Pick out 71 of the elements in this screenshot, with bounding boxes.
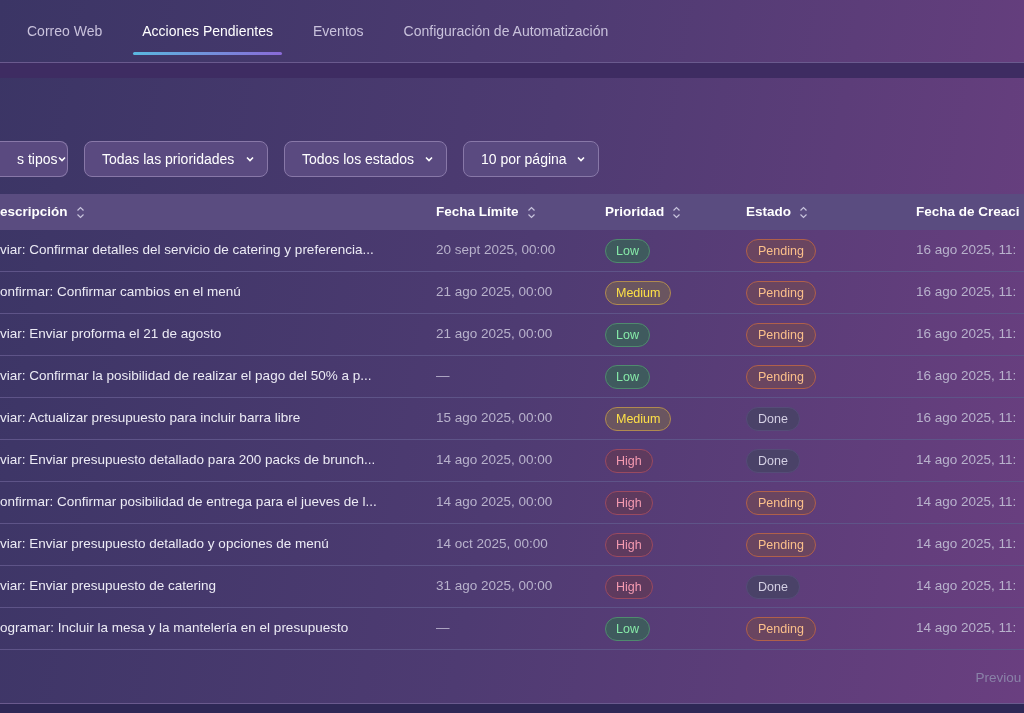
priority-badge: Low — [605, 238, 650, 264]
column-header[interactable]: Estado — [746, 201, 916, 223]
status-badge: Pending — [746, 238, 816, 264]
due-date-cell-text: 31 ago 2025, 00:00 — [436, 577, 554, 596]
tab[interactable]: Correo Web — [27, 0, 103, 62]
due-date-cell-text: 21 ago 2025, 00:00 — [436, 283, 554, 302]
created-date-cell-text: 14 ago 2025, 11: — [916, 619, 1018, 638]
sort-icon[interactable] — [799, 205, 808, 219]
tab[interactable]: Configuración de Automatización — [403, 0, 609, 62]
due-date-cell-text: 21 ago 2025, 00:00 — [436, 325, 554, 344]
priority-badge: High — [605, 490, 653, 516]
description-cell-text: onfirmar: Confirmar posibilidad de entrega para el jueves de l... — [0, 493, 378, 512]
due-date-cell-text: 14 oct 2025, 00:00 — [436, 535, 549, 554]
created-date-cell-text: 16 ago 2025, 11: — [916, 325, 1018, 344]
created-date-cell-text: 14 ago 2025, 11: — [916, 451, 1018, 470]
created-date-cell-text: 16 ago 2025, 11: — [916, 409, 1018, 428]
priority-badge: High — [605, 448, 653, 474]
description-cell-text: viar: Confirmar detalles del servicio de catering y preferencia... — [0, 241, 375, 260]
description-cell-text: ogramar: Incluir la mesa y la mantelería en el presupuesto — [0, 619, 350, 638]
sort-icon[interactable] — [672, 205, 682, 219]
created-date-cell-text: 14 ago 2025, 11: — [916, 493, 1018, 512]
created-date-cell-text: 14 ago 2025, 11: — [916, 577, 1018, 596]
sort-icon[interactable] — [75, 205, 85, 219]
filter-dropdown[interactable]: s tipos — [0, 141, 68, 177]
chevron-down-icon — [424, 154, 434, 164]
status-badge: Pending — [746, 364, 816, 390]
description-cell-text: viar: Enviar presupuesto de catering — [0, 577, 218, 596]
due-date-cell-text: — — [436, 367, 451, 386]
due-date-cell-text: 15 ago 2025, 00:00 — [436, 409, 554, 428]
priority-badge: High — [605, 574, 653, 600]
column-header[interactable]: Fecha Límite — [436, 201, 605, 223]
status-badge: Done — [746, 574, 800, 600]
due-date-cell-text: 14 ago 2025, 00:00 — [436, 451, 554, 470]
due-date-cell-text: 14 ago 2025, 00:00 — [436, 493, 554, 512]
priority-badge: Medium — [605, 406, 672, 432]
column-header[interactable]: Prioridad — [605, 201, 746, 223]
tab[interactable]: Acciones Pendientes — [133, 0, 282, 62]
column-header[interactable]: Fecha de Creaci — [916, 201, 1024, 223]
created-date-cell-text: 16 ago 2025, 11: — [916, 367, 1018, 386]
due-date-cell-text: — — [436, 619, 451, 638]
priority-badge: Medium — [605, 280, 672, 306]
chevron-down-icon — [57, 154, 68, 164]
status-badge: Pending — [746, 616, 816, 642]
filter-dropdown[interactable]: 10 por página — [463, 141, 599, 177]
created-date-cell-text: 14 ago 2025, 11: — [916, 535, 1018, 554]
tab[interactable]: Eventos — [313, 0, 364, 62]
priority-badge: Low — [605, 616, 650, 642]
created-date-cell-text: 16 ago 2025, 11: — [916, 283, 1018, 302]
description-cell-text: viar: Enviar presupuesto detallado para 200 packs de brunch... — [0, 451, 377, 470]
status-badge: Done — [746, 448, 800, 474]
column-header[interactable]: escripción — [0, 201, 436, 223]
priority-badge: Low — [605, 364, 650, 390]
status-badge: Pending — [746, 280, 816, 306]
description-cell-text: viar: Confirmar la posibilidad de realizar el pago del 50% a p... — [0, 367, 373, 386]
status-badge: Pending — [746, 532, 816, 558]
sort-icon[interactable] — [526, 205, 536, 219]
description-cell-text: viar: Actualizar presupuesto para incluir barra libre — [0, 409, 302, 428]
status-badge: Done — [746, 406, 800, 432]
description-cell-text: onfirmar: Confirmar cambios en el menú — [0, 283, 242, 302]
status-badge: Pending — [746, 490, 816, 516]
filter-dropdown[interactable]: Todas las prioridades — [84, 141, 268, 177]
status-badge: Pending — [746, 322, 816, 348]
filter-dropdown[interactable]: Todos los estados — [284, 141, 447, 177]
priority-badge: Low — [605, 322, 650, 348]
chevron-down-icon — [576, 154, 586, 164]
priority-badge: High — [605, 532, 653, 558]
description-cell-text: viar: Enviar presupuesto detallado y opciones de menú — [0, 535, 330, 554]
due-date-cell-text: 20 sept 2025, 00:00 — [436, 241, 557, 260]
chevron-down-icon — [245, 154, 255, 164]
description-cell-text: viar: Enviar proforma el 21 de agosto — [0, 325, 223, 344]
created-date-cell-text: 16 ago 2025, 11: — [916, 241, 1018, 260]
